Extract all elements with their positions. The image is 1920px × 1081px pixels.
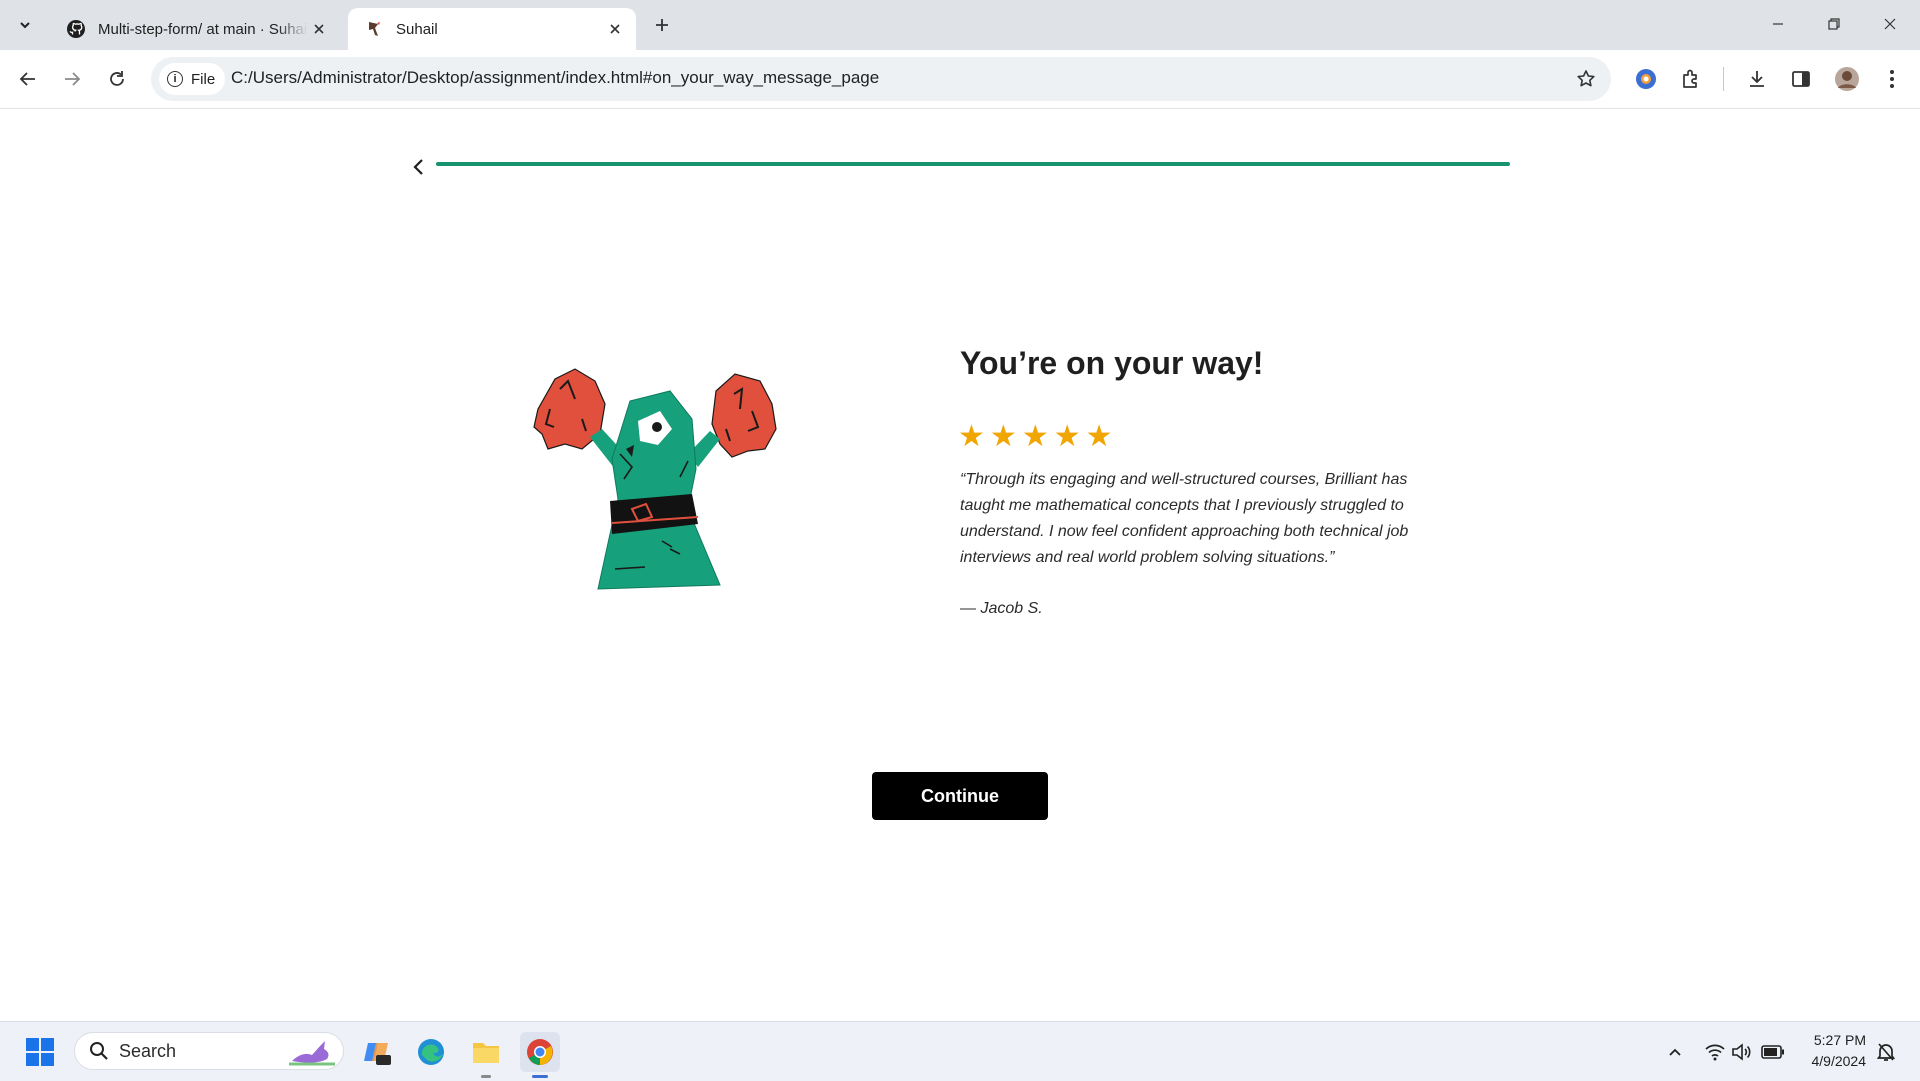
running-indicator (481, 1075, 491, 1078)
minimize-icon (1773, 23, 1783, 25)
tab-suhail[interactable]: Suhail (348, 8, 636, 50)
windows-start-icon[interactable] (20, 1032, 60, 1072)
github-icon (66, 19, 86, 39)
restore-icon (1828, 18, 1840, 30)
file-explorer-icon[interactable] (466, 1032, 506, 1072)
extension-icon[interactable] (1630, 63, 1662, 95)
toolbar-divider (1723, 67, 1724, 91)
system-clock[interactable]: 5:27 PM 4/9/2024 (1812, 1030, 1867, 1072)
star-icon: ★ (1053, 420, 1081, 453)
clock-date: 4/9/2024 (1811, 1053, 1867, 1069)
back-button[interactable] (12, 63, 44, 95)
copilot-app-icon[interactable] (357, 1032, 397, 1072)
chrome-app-icon[interactable] (520, 1032, 560, 1072)
back-step-button[interactable] (405, 154, 431, 180)
minimize-button[interactable] (1750, 0, 1806, 48)
extensions-puzzle-icon[interactable] (1675, 63, 1707, 95)
cheering-monster-illustration (533, 368, 777, 590)
edge-browser-icon[interactable] (411, 1032, 451, 1072)
search-highlight-unicorn-icon (289, 1041, 335, 1066)
progress-bar (436, 162, 1510, 166)
site-info-chip[interactable]: i File (159, 63, 226, 95)
close-icon[interactable] (604, 18, 626, 40)
search-icon (90, 1042, 108, 1060)
plus-icon (656, 19, 668, 31)
chevron-left-icon (413, 159, 423, 175)
new-tab-button[interactable] (648, 11, 676, 39)
tab-search-button[interactable] (10, 10, 40, 40)
testimonial-author: — Jacob S. (960, 600, 1043, 617)
forward-button[interactable] (56, 63, 88, 95)
close-icon[interactable] (308, 18, 330, 40)
arrow-right-icon (65, 72, 81, 86)
browser-toolbar: i File C:/Users/Administrator/Desktop/as… (0, 50, 1920, 109)
reload-icon (110, 71, 124, 86)
rating-stars: ★ ★ ★ ★ ★ (958, 421, 1113, 453)
url-text[interactable]: C:/Users/Administrator/Desktop/assignmen… (231, 68, 879, 88)
tab-title: Multi-step-form/ at main · Suhail (98, 20, 308, 38)
reload-button[interactable] (101, 63, 133, 95)
site-favicon-icon (364, 19, 384, 39)
clock-time: 5:27 PM (1813, 1032, 1866, 1048)
search-placeholder: Search (119, 1040, 177, 1061)
battery-icon[interactable] (1753, 1032, 1793, 1072)
close-icon (1884, 18, 1896, 30)
web-page: You’re on your way! ★ ★ ★ ★ ★ “Through i… (0, 109, 1920, 1021)
chevron-down-icon (20, 22, 30, 29)
side-panel-icon[interactable] (1785, 63, 1817, 95)
testimonial-quote: “Through its engaging and well-structure… (960, 471, 1409, 566)
continue-button[interactable]: Continue (872, 772, 1048, 820)
windows-taskbar: Search 5:27 PM 4/9/2024 (0, 1021, 1920, 1081)
star-icon: ★ (958, 420, 985, 453)
star-icon: ★ (989, 420, 1017, 453)
download-icon[interactable] (1741, 63, 1773, 95)
info-icon: i (167, 71, 183, 87)
arrow-left-icon (19, 72, 35, 86)
star-icon: ★ (1021, 420, 1049, 453)
progress-fill (436, 162, 1510, 166)
notification-bell-icon[interactable] (1866, 1032, 1906, 1072)
browser-tab-bar: Multi-step-form/ at main · Suhail Suhail (0, 0, 1920, 50)
star-icon: ★ (1085, 420, 1113, 453)
taskbar-search-box[interactable]: Search (74, 1032, 344, 1070)
profile-avatar[interactable] (1831, 63, 1863, 95)
close-window-button[interactable] (1862, 0, 1918, 48)
restore-button[interactable] (1806, 0, 1862, 48)
chevron-up-icon[interactable] (1655, 1032, 1695, 1072)
menu-kebab-icon[interactable] (1876, 63, 1908, 95)
tab-github[interactable]: Multi-step-form/ at main · Suhail (50, 8, 340, 50)
scheme-label: File (191, 70, 216, 88)
tab-title: Suhail (396, 20, 438, 38)
bookmark-star-icon[interactable] (1573, 66, 1599, 92)
address-bar[interactable]: i File C:/Users/Administrator/Desktop/as… (151, 57, 1611, 101)
page-title: You’re on your way! (960, 345, 1264, 381)
active-app-indicator (532, 1075, 548, 1078)
